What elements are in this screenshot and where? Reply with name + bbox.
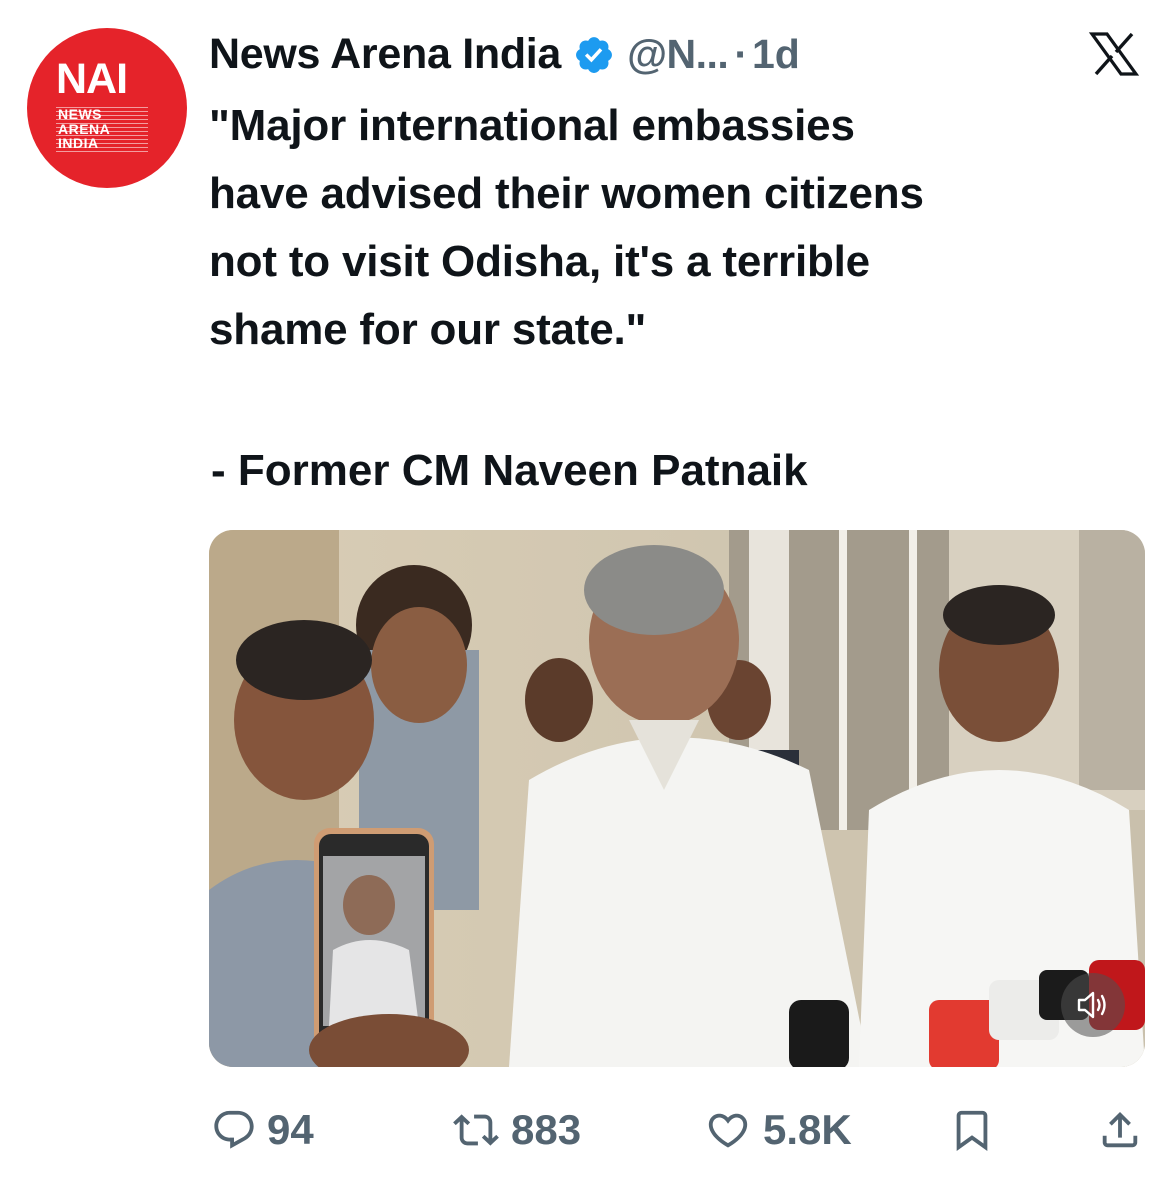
avatar[interactable]: NAI NEWS ARENA INDIA (27, 28, 187, 188)
like-icon (708, 1113, 748, 1148)
timestamp[interactable]: 1d (752, 31, 800, 78)
reply-icon (214, 1110, 254, 1149)
like-button[interactable]: 5.8K (703, 1100, 852, 1160)
mute-toggle[interactable] (1061, 973, 1125, 1037)
x-logo-icon (1088, 32, 1140, 76)
avatar-logo-line: INDIA (58, 135, 99, 151)
repost-icon (453, 1114, 499, 1146)
repost-button[interactable]: 883 (451, 1100, 581, 1160)
avatar-logo-text: NAI (56, 55, 128, 103)
header-separator: · (734, 30, 748, 77)
tweet-actions: 94 883 5.8K (211, 1100, 1151, 1160)
tweet-text-line: shame for our state." (209, 305, 647, 354)
share-button[interactable] (1097, 1100, 1143, 1160)
video-player[interactable] (209, 530, 1145, 1067)
avatar-logo-line: ARENA (58, 120, 111, 137)
video-frame (209, 530, 1145, 1067)
share-icon (1102, 1111, 1138, 1148)
avatar-logo-line: NEWS (58, 106, 102, 122)
verified-badge-icon (576, 37, 612, 73)
tweet-header: News Arena India @N... · 1d (209, 24, 800, 84)
tweet-text-line: have advised their women citizens (209, 169, 924, 218)
repost-count: 883 (511, 1106, 582, 1153)
tweet-text-line: "Major international embassies (209, 101, 855, 150)
volume-icon (1077, 991, 1106, 1019)
reply-button[interactable]: 94 (211, 1100, 314, 1160)
tweet-attribution: - Former CM Naveen Patnaik (211, 446, 808, 495)
handle[interactable]: @N... (627, 31, 729, 78)
display-name[interactable]: News Arena India (209, 30, 561, 79)
like-count: 5.8K (763, 1106, 852, 1153)
tweet-card: NAI NEWS ARENA INDIA News Arena India @N… (0, 0, 1172, 1200)
bookmark-button[interactable] (949, 1100, 995, 1160)
avatar-logo-lines: NEWS ARENA INDIA (58, 107, 110, 151)
reply-count: 94 (267, 1106, 314, 1153)
bookmark-icon (956, 1110, 988, 1151)
tweet-text-line: not to visit Odisha, it's a terrible (209, 237, 870, 286)
tweet-text: "Major international embassies have advi… (209, 92, 1139, 364)
